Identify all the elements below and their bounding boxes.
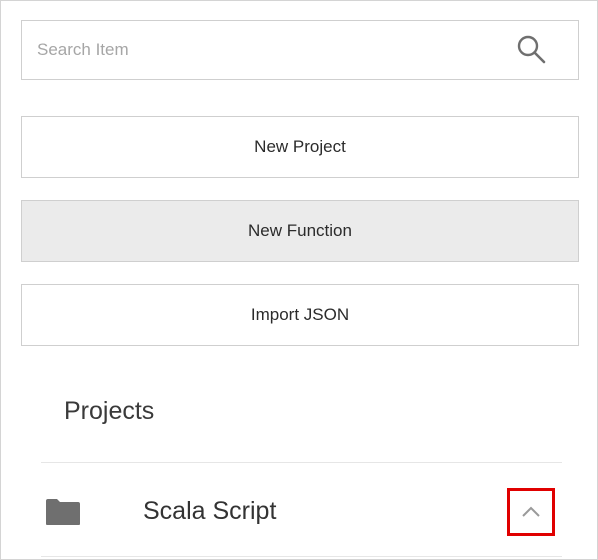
import-json-button[interactable]: Import JSON [21, 284, 579, 346]
chevron-up-icon[interactable] [507, 488, 555, 536]
search-input[interactable] [22, 21, 512, 79]
new-function-button[interactable]: New Function [21, 200, 579, 262]
projects-heading: Projects [64, 397, 155, 425]
project-label: Scala Script [143, 497, 277, 525]
folder-icon [45, 498, 81, 526]
new-project-button[interactable]: New Project [21, 116, 579, 178]
sidebar-panel: New Project New Function Import JSON Pro… [0, 0, 598, 560]
divider [41, 462, 562, 463]
project-item-scala-script[interactable]: Scala Script [41, 464, 562, 556]
search-icon[interactable] [514, 32, 550, 68]
divider [41, 556, 562, 557]
search-box [21, 20, 579, 80]
